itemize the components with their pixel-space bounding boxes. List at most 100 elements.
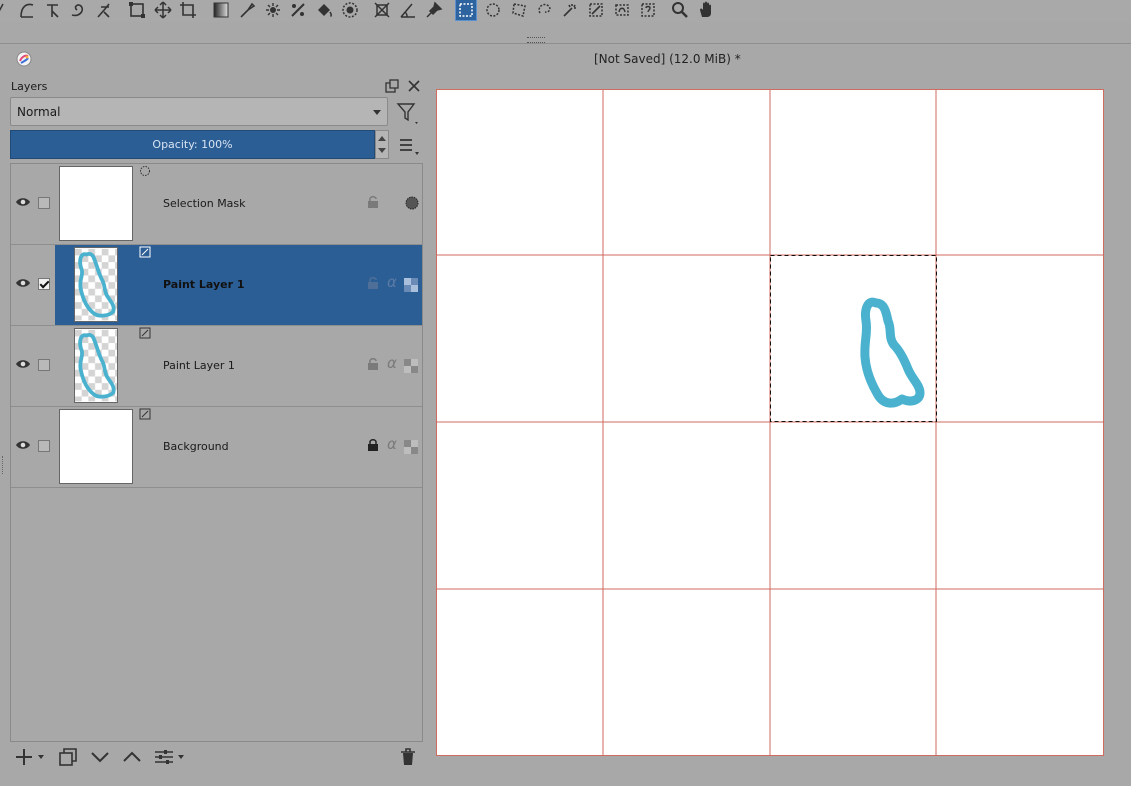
move-layer-up-button[interactable] xyxy=(122,745,142,769)
layers-bottom-toolbar xyxy=(10,745,423,771)
bezier-selection-icon[interactable] xyxy=(611,0,633,20)
trash-icon xyxy=(401,748,415,765)
color-picker-icon[interactable] xyxy=(236,0,258,20)
layer-row-paint-layer-1[interactable]: Paint Layer 1 α xyxy=(11,326,422,407)
chevron-down-icon xyxy=(91,752,109,763)
freehand-brush-icon[interactable] xyxy=(93,0,115,20)
dynamic-brush-icon[interactable] xyxy=(16,0,38,20)
visibility-eye-icon[interactable] xyxy=(15,358,31,370)
pan-icon[interactable] xyxy=(695,0,717,20)
layer-thumbnail xyxy=(59,166,133,241)
layer-name: Paint Layer 1 xyxy=(163,278,245,291)
plus-icon xyxy=(16,749,32,765)
duplicate-layer-button[interactable] xyxy=(58,745,78,769)
paint-layer-type-icon xyxy=(139,327,151,339)
contiguous-selection-icon[interactable] xyxy=(559,0,581,20)
fill-icon[interactable] xyxy=(313,0,335,20)
visibility-eye-icon[interactable] xyxy=(15,196,31,208)
float-docker-icon[interactable] xyxy=(384,78,400,94)
opacity-label: Opacity: 100% xyxy=(152,138,233,151)
move-icon[interactable] xyxy=(152,0,174,20)
locked-icon[interactable] xyxy=(367,438,379,452)
blend-mode-select[interactable]: Normal xyxy=(10,97,388,126)
polygonal-selection-icon[interactable] xyxy=(508,0,530,20)
crop-icon[interactable] xyxy=(177,0,199,20)
paint-stroke xyxy=(860,297,925,408)
layer-thumbnail xyxy=(74,247,118,322)
paint-layer-type-icon xyxy=(139,408,151,420)
canvas-drawing xyxy=(436,89,1104,756)
layer-select-checkbox[interactable] xyxy=(38,440,50,452)
bezier-curve-icon[interactable] xyxy=(0,0,14,20)
layer-row-selection-mask[interactable]: Selection Mask xyxy=(11,164,422,245)
selection-mask-type-icon xyxy=(139,165,151,177)
unlocked-icon[interactable] xyxy=(367,195,379,209)
canvas[interactable] xyxy=(436,89,1104,756)
unlocked-icon[interactable] xyxy=(367,357,379,371)
inherit-alpha-icon[interactable] xyxy=(404,359,418,373)
blend-mode-value: Normal xyxy=(17,105,61,119)
rectangular-selection-icon[interactable] xyxy=(455,0,477,21)
document-title: [Not Saved] (12.0 MiB) * xyxy=(594,52,741,66)
filter-icon[interactable] xyxy=(395,100,421,126)
layer-row-background[interactable]: Background α xyxy=(11,407,422,488)
chevron-down-icon xyxy=(38,755,44,759)
zoom-icon[interactable] xyxy=(669,0,691,20)
freehand-path-icon[interactable] xyxy=(42,0,64,20)
sliders-icon xyxy=(155,750,173,764)
layer-name: Selection Mask xyxy=(163,197,246,210)
gradient-icon[interactable] xyxy=(210,0,232,20)
layer-select-checkbox[interactable] xyxy=(38,197,50,209)
layer-properties-button[interactable] xyxy=(154,745,184,769)
move-layer-down-button[interactable] xyxy=(90,745,110,769)
chevron-down-icon xyxy=(373,110,381,115)
layer-thumbnail xyxy=(59,409,133,484)
opacity-slider[interactable]: Opacity: 100% xyxy=(10,130,375,159)
freehand-selection-icon[interactable] xyxy=(534,0,556,20)
visibility-eye-icon[interactable] xyxy=(15,277,31,289)
separator xyxy=(0,43,1131,44)
similar-color-selection-icon[interactable] xyxy=(585,0,607,20)
docker-resize-grip[interactable] xyxy=(2,456,6,474)
layer-thumbnail xyxy=(74,328,118,403)
inherit-alpha-icon[interactable] xyxy=(404,440,418,454)
layer-name: Paint Layer 1 xyxy=(163,359,235,372)
delete-layer-button[interactable] xyxy=(398,745,418,769)
chevron-up-icon xyxy=(123,751,141,762)
enclose-fill-icon[interactable] xyxy=(339,0,361,20)
alpha-lock-icon[interactable]: α xyxy=(387,354,397,372)
layer-name: Background xyxy=(163,440,229,453)
smart-patch-icon[interactable] xyxy=(262,0,284,20)
krita-logo-icon xyxy=(16,51,32,67)
paint-layer-type-icon xyxy=(139,246,151,258)
multibrush-icon[interactable] xyxy=(67,0,89,20)
spin-up-icon[interactable] xyxy=(378,136,386,141)
measure-icon[interactable] xyxy=(397,0,419,20)
layer-list[interactable]: Selection Mask Paint Layer 1 α Paint Lay… xyxy=(10,163,423,742)
alpha-lock-icon[interactable]: α xyxy=(387,273,397,291)
inherit-alpha-icon[interactable] xyxy=(404,278,418,292)
assistant-icon[interactable] xyxy=(371,0,393,20)
elliptical-selection-icon[interactable] xyxy=(482,0,504,20)
layer-select-checkbox[interactable] xyxy=(38,359,50,371)
add-layer-button[interactable] xyxy=(14,745,44,769)
unlocked-icon[interactable] xyxy=(367,276,379,290)
tool-toolbar xyxy=(0,0,1131,22)
magnetic-selection-icon[interactable] xyxy=(637,0,659,20)
duplicate-icon xyxy=(59,748,77,766)
reference-icon[interactable] xyxy=(423,0,445,20)
visibility-eye-icon[interactable] xyxy=(15,439,31,451)
opacity-spinbox[interactable] xyxy=(375,130,389,159)
assistant-tool-icon[interactable] xyxy=(287,0,309,20)
spin-down-icon[interactable] xyxy=(378,148,386,153)
layer-options-menu-icon[interactable] xyxy=(397,136,421,156)
chevron-down-icon xyxy=(178,755,184,759)
close-docker-icon[interactable] xyxy=(406,78,422,94)
alpha-lock-icon[interactable]: α xyxy=(387,435,397,453)
layer-row-paint-layer-1-selected[interactable]: Paint Layer 1 α xyxy=(11,245,422,326)
grid-lines xyxy=(436,89,1104,756)
transform-icon[interactable] xyxy=(126,0,148,20)
selection-mask-active-icon[interactable] xyxy=(405,196,419,210)
layers-docker-title: Layers xyxy=(11,80,48,93)
layer-select-checkbox[interactable] xyxy=(38,278,50,290)
